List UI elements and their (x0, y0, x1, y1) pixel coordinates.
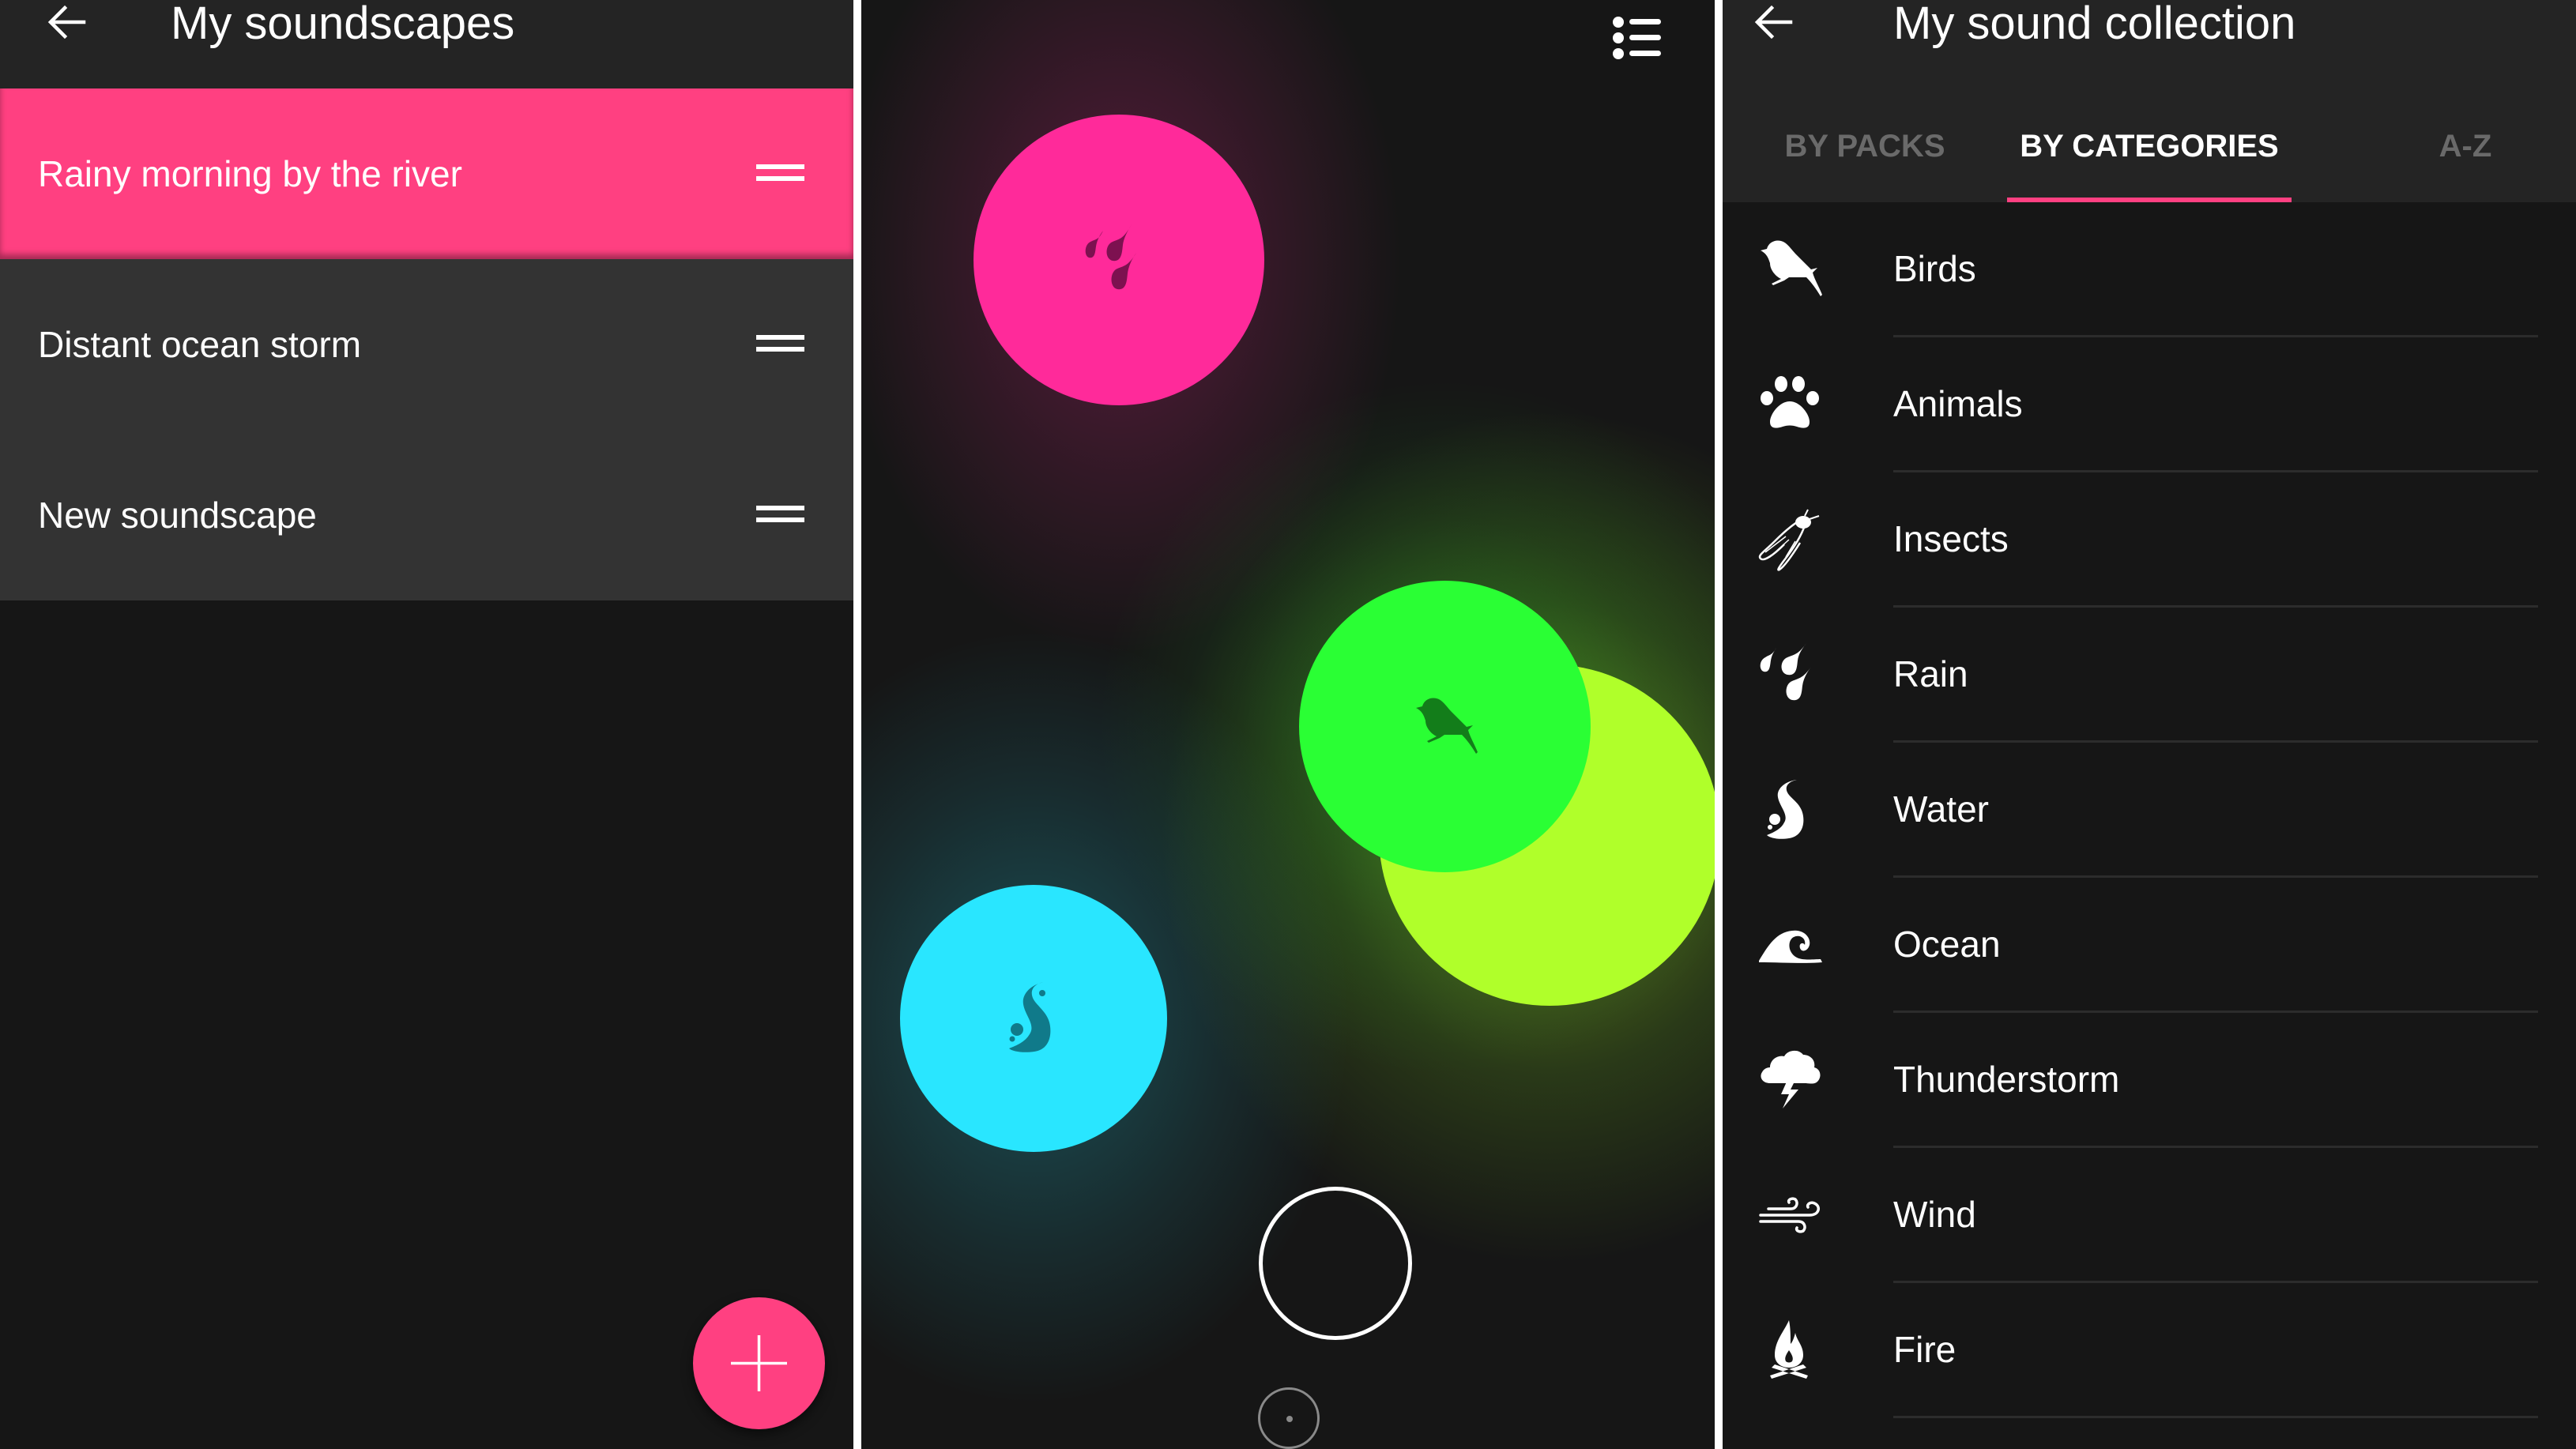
locate-dot (1286, 1416, 1293, 1422)
paw-icon (1761, 376, 1819, 428)
page-title: My sound collection (1893, 0, 2296, 49)
tab-by-categories[interactable]: BY CATEGORIES (2007, 119, 2292, 174)
category-label: Ocean (1893, 924, 2001, 965)
category-label: Thunderstorm (1893, 1059, 2120, 1100)
arrow-back-icon[interactable] (46, 2, 87, 43)
category-item-fire[interactable]: Fire (1723, 1283, 2576, 1418)
soundscape-list: Rainy morning by the river Distant ocean… (0, 88, 853, 600)
app-bar: My sound collection BY PACKS BY CATEGORI… (1723, 0, 2576, 202)
mixer-screen (861, 0, 1715, 1449)
thunderstorm-icon (1761, 1050, 1821, 1108)
plus-icon (731, 1335, 787, 1391)
category-label: Water (1893, 788, 1989, 830)
arrow-back-icon[interactable] (1753, 2, 1794, 43)
soundscape-label: Rainy morning by the river (38, 153, 462, 194)
tab-bar: BY PACKS BY CATEGORIES A-Z (1723, 119, 2576, 202)
insect-icon (1758, 509, 1820, 571)
locate-icon[interactable] (1258, 1387, 1320, 1449)
sound-bubble-birds[interactable] (1299, 581, 1591, 872)
category-label: Birds (1893, 248, 1976, 289)
wave-icon (1759, 930, 1822, 963)
category-label: Rain (1893, 653, 1968, 694)
category-item-animals[interactable]: Animals (1723, 337, 2576, 472)
category-item-rain[interactable]: Rain (1723, 608, 2576, 743)
category-item-insects[interactable]: Insects (1723, 472, 2576, 608)
sound-bubble-water[interactable] (900, 885, 1167, 1152)
drag-handle-icon[interactable] (756, 506, 804, 525)
category-item-birds[interactable]: Birds (1723, 202, 2576, 337)
app-bar: My soundscapes (0, 0, 853, 88)
bird-icon (1415, 697, 1478, 754)
soundscape-item[interactable]: Rainy morning by the river (0, 88, 853, 259)
category-list: Birds Animals Insects Rain Water Ocean T… (1723, 202, 2576, 1418)
list-icon[interactable] (1612, 11, 1669, 62)
category-item-ocean[interactable]: Ocean (1723, 878, 2576, 1013)
water-icon (1767, 780, 1804, 839)
page-title: My soundscapes (171, 0, 515, 49)
category-label: Wind (1893, 1194, 1976, 1235)
tab-by-packs[interactable]: BY PACKS (1746, 119, 1983, 174)
divider (1893, 1416, 2538, 1418)
soundscapes-screen: My soundscapes Rainy morning by the rive… (0, 0, 853, 1449)
drag-handle-icon[interactable] (756, 335, 804, 354)
bird-icon (1761, 240, 1822, 296)
category-item-wind[interactable]: Wind (1723, 1148, 2576, 1283)
collection-screen: My sound collection BY PACKS BY CATEGORI… (1723, 0, 2576, 1449)
fire-icon (1770, 1320, 1808, 1379)
category-item-water[interactable]: Water (1723, 743, 2576, 878)
category-label: Insects (1893, 518, 2009, 559)
wind-icon (1759, 1197, 1821, 1233)
rain-icon (1760, 643, 1811, 701)
category-item-thunderstorm[interactable]: Thunderstorm (1723, 1013, 2576, 1148)
category-label: Animals (1893, 383, 2023, 424)
soundscape-label: New soundscape (38, 495, 317, 536)
soundscape-label: Distant ocean storm (38, 324, 362, 365)
sound-bubble-rain[interactable] (974, 115, 1264, 405)
soundscape-item[interactable]: Distant ocean storm (0, 259, 853, 430)
listener-ring-icon[interactable] (1259, 1187, 1412, 1340)
rain-icon (1085, 224, 1136, 290)
soundscape-item[interactable]: New soundscape (0, 430, 853, 600)
tab-a-z[interactable]: A-Z (2347, 119, 2576, 174)
category-label: Fire (1893, 1329, 1956, 1370)
water-icon (1009, 982, 1051, 1052)
drag-handle-icon[interactable] (756, 164, 804, 183)
add-soundscape-button[interactable] (693, 1297, 825, 1429)
